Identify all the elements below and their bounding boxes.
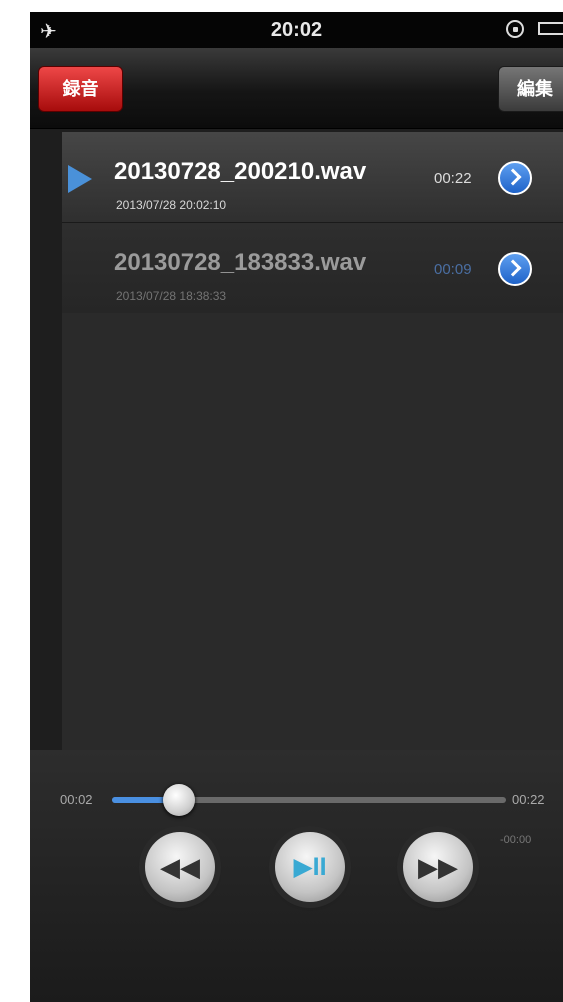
app-screen: ✈ 20:02 録音 編集 20130728_200210.wav 2013/0…: [30, 12, 563, 1002]
fast-forward-icon: ▶▶: [418, 852, 458, 882]
list-item[interactable]: 20130728_200210.wav 2013/07/28 20:02:10 …: [62, 132, 563, 223]
elapsed-time: 00:02: [60, 792, 93, 807]
list-item[interactable]: 20130728_183833.wav 2013/07/28 18:38:33 …: [62, 223, 563, 313]
recording-duration: 00:22: [434, 170, 472, 187]
rewind-button[interactable]: ◀◀: [145, 832, 215, 902]
total-time: 00:22: [512, 792, 545, 807]
status-bar: ✈ 20:02: [30, 12, 563, 48]
disclosure-chevron-icon[interactable]: [498, 161, 532, 195]
record-button[interactable]: 録音: [38, 66, 123, 112]
battery-icon: [538, 22, 563, 35]
slider-thumb[interactable]: [162, 784, 195, 816]
now-playing-icon: [68, 165, 92, 193]
recording-name: 20130728_183833.wav: [114, 249, 367, 276]
progress-slider[interactable]: [112, 784, 506, 816]
recording-date: 2013/07/28 18:38:33: [116, 289, 227, 303]
rotation-lock-icon: [506, 20, 524, 38]
recordings-list: 20130728_200210.wav 2013/07/28 20:02:10 …: [62, 132, 563, 750]
disclosure-chevron-icon[interactable]: [498, 252, 532, 286]
recording-name: 20130728_200210.wav: [114, 158, 367, 185]
remaining-time: -00:00: [500, 834, 532, 846]
play-pause-icon: ▶II: [293, 853, 327, 881]
recording-duration: 00:09: [434, 261, 472, 278]
navigation-bar: 録音 編集: [30, 48, 563, 129]
fast-forward-button[interactable]: ▶▶: [403, 832, 473, 902]
status-time: 20:02: [270, 19, 323, 41]
player-panel: 00:02 00:22 -00:00 ◀◀ ▶II ▶▶: [30, 750, 563, 1002]
play-pause-button[interactable]: ▶II: [275, 832, 345, 902]
rewind-icon: ◀◀: [160, 852, 200, 882]
edit-button[interactable]: 編集: [498, 66, 563, 112]
recording-date: 2013/07/28 20:02:10: [116, 198, 227, 212]
